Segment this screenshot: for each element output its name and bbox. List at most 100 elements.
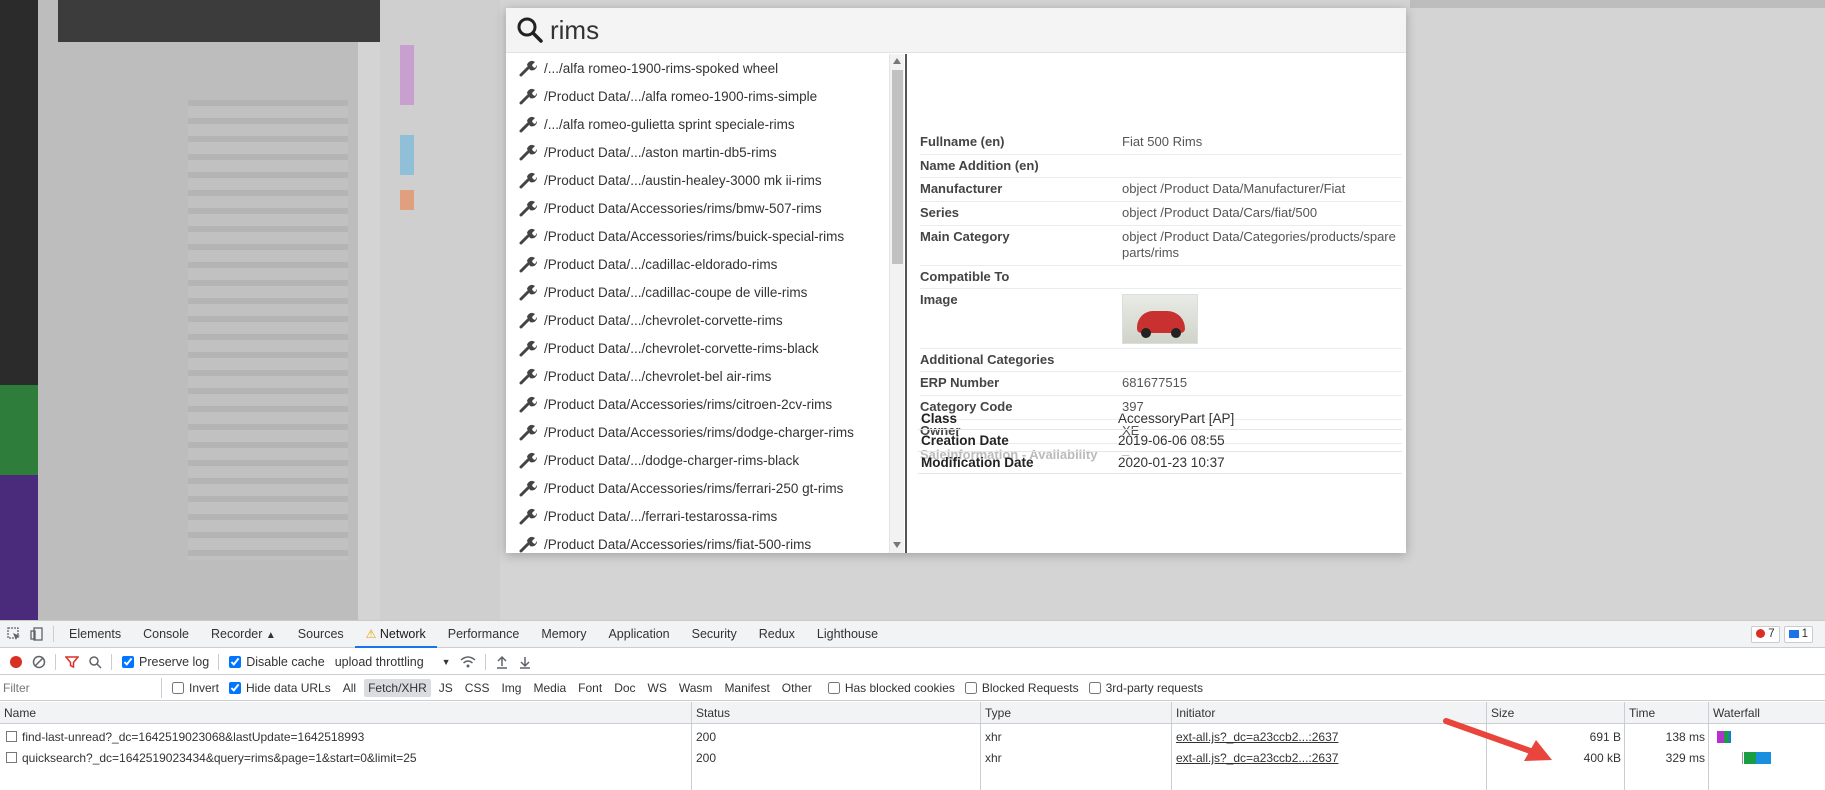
type-filter-media[interactable]: Media <box>529 679 570 697</box>
third-party-requests-checkbox[interactable]: 3rd-party requests <box>1088 681 1203 695</box>
import-har-icon[interactable] <box>495 655 509 669</box>
search-result-item[interactable]: /Product Data/.../chevrolet-corvette-rim… <box>506 334 889 362</box>
results-scrollbar[interactable] <box>889 54 904 553</box>
type-filter-all[interactable]: All <box>339 679 360 697</box>
tab-lighthouse[interactable]: Lighthouse <box>806 621 889 648</box>
tab-recorder[interactable]: Recorder ▲ <box>200 621 287 648</box>
blocked-requests-checkbox[interactable]: Blocked Requests <box>964 681 1079 695</box>
preview-row: Manufacturer object /Product Data/Manufac… <box>920 178 1402 202</box>
wrench-icon <box>519 452 538 469</box>
meta-row: Creation Date 2019-06-06 08:55 <box>918 430 1402 452</box>
search-result-item[interactable]: /Product Data/Accessories/rims/fiat-500-… <box>506 530 889 553</box>
invert-checkbox[interactable]: Invert <box>172 681 219 695</box>
preview-row-image: Image <box>920 289 1402 349</box>
tab-network[interactable]: ⚠ Network <box>354 621 437 648</box>
background-sidebar <box>0 0 38 620</box>
type-filter-manifest[interactable]: Manifest <box>720 679 773 697</box>
devtools-tabbar: Elements Console Recorder ▲ Sources ⚠ Networ… <box>0 621 1825 648</box>
type-filter-doc[interactable]: Doc <box>610 679 639 697</box>
search-result-item[interactable]: /Product Data/.../alfa romeo-1900-rims-s… <box>506 82 889 110</box>
scroll-up-arrow-icon[interactable] <box>893 58 901 64</box>
column-header-name[interactable]: Name <box>0 702 692 724</box>
device-toolbar-icon[interactable] <box>30 627 44 641</box>
hide-data-urls-checkbox[interactable]: Hide data URLs <box>229 681 331 695</box>
waterfall-bar <box>1717 731 1724 743</box>
type-filter-img[interactable]: Img <box>497 679 525 697</box>
background-panel <box>380 0 500 620</box>
column-header-waterfall[interactable]: Waterfall <box>1709 702 1825 724</box>
tab-performance[interactable]: Performance <box>437 621 531 648</box>
search-result-item[interactable]: /Product Data/.../cadillac-coupe de vill… <box>506 278 889 306</box>
preview-row: Compatible To <box>920 266 1402 289</box>
type-filter-fetch-xhr[interactable]: Fetch/XHR <box>364 679 431 697</box>
meta-row: Modification Date 2020-01-23 10:37 <box>918 452 1402 474</box>
column-header-type[interactable]: Type <box>981 702 1172 724</box>
scrollbar-thumb[interactable] <box>892 70 903 264</box>
search-result-item[interactable]: /Product Data/Accessories/rims/ferrari-2… <box>506 474 889 502</box>
type-filter-js[interactable]: JS <box>435 679 457 697</box>
filter-input[interactable] <box>0 678 162 698</box>
type-filter-ws[interactable]: WS <box>644 679 671 697</box>
warning-icon: ⚠ <box>365 626 377 641</box>
tab-redux[interactable]: Redux <box>748 621 806 648</box>
preview-row: Name Addition (en) <box>920 155 1402 178</box>
search-result-item[interactable]: /Product Data/Accessories/rims/dodge-cha… <box>506 418 889 446</box>
type-filter-wasm[interactable]: Wasm <box>675 679 717 697</box>
panel-divider <box>905 54 907 553</box>
column-header-time[interactable]: Time <box>1625 702 1709 724</box>
scroll-down-arrow-icon[interactable] <box>893 542 901 548</box>
message-count-badge[interactable]: 1 <box>1783 626 1813 643</box>
tab-console[interactable]: Console <box>132 621 200 648</box>
tab-elements[interactable]: Elements <box>58 621 132 648</box>
export-har-icon[interactable] <box>518 655 532 669</box>
search-result-item[interactable]: /Product Data/Accessories/rims/buick-spe… <box>506 222 889 250</box>
quick-search-dialog: /.../alfa romeo-1900-rims-spoked wheel/P… <box>506 8 1406 553</box>
filter-icon[interactable] <box>65 655 79 669</box>
has-blocked-cookies-checkbox[interactable]: Has blocked cookies <box>827 681 955 695</box>
wrench-icon <box>519 60 538 77</box>
search-result-item[interactable]: /Product Data/.../chevrolet-corvette-rim… <box>506 306 889 334</box>
wrench-icon <box>519 396 538 413</box>
product-thumbnail <box>1122 294 1198 344</box>
search-result-item[interactable]: /Product Data/.../austin-healey-3000 mk … <box>506 166 889 194</box>
wrench-icon <box>519 116 538 133</box>
tab-memory[interactable]: Memory <box>530 621 597 648</box>
error-count-badge[interactable]: 7 <box>1751 626 1780 643</box>
search-bar <box>506 8 1406 53</box>
search-result-item[interactable]: /Product Data/Accessories/rims/bmw-507-r… <box>506 194 889 222</box>
network-conditions-icon[interactable] <box>460 655 476 669</box>
tab-security[interactable]: Security <box>681 621 748 648</box>
preserve-log-checkbox[interactable]: Preserve log <box>122 655 209 669</box>
object-meta: Class AccessoryPart [AP] Creation Date 2019… <box>918 408 1402 474</box>
search-icon[interactable] <box>88 655 102 669</box>
search-result-item[interactable]: /Product Data/.../aston martin-db5-rims <box>506 138 889 166</box>
wrench-icon <box>519 200 538 217</box>
search-result-item[interactable]: /Product Data/Accessories/rims/citroen-2… <box>506 390 889 418</box>
meta-row: Class AccessoryPart [AP] <box>918 408 1402 430</box>
preview-row: Main Category object /Product Data/Catego… <box>920 226 1402 266</box>
inspect-element-icon[interactable] <box>7 627 21 641</box>
background-tree <box>38 0 388 620</box>
record-icon[interactable] <box>9 655 23 669</box>
type-filter-other[interactable]: Other <box>778 679 816 697</box>
search-result-item[interactable]: /.../alfa romeo-1900-rims-spoked wheel <box>506 54 889 82</box>
tab-sources[interactable]: Sources <box>287 621 355 648</box>
wrench-icon <box>519 144 538 161</box>
tab-application[interactable]: Application <box>597 621 680 648</box>
search-result-item[interactable]: /.../alfa romeo-gulietta sprint speciale… <box>506 110 889 138</box>
search-result-item[interactable]: /Product Data/.../chevrolet-bel air-rims <box>506 362 889 390</box>
wrench-icon <box>519 508 538 525</box>
column-header-status[interactable]: Status <box>692 702 981 724</box>
type-filter-css[interactable]: CSS <box>461 679 494 697</box>
search-result-item[interactable]: /Product Data/.../dodge-charger-rims-bla… <box>506 446 889 474</box>
search-results-list: /.../alfa romeo-1900-rims-spoked wheel/P… <box>506 54 889 553</box>
throttling-select[interactable]: upload throttling ▼ <box>335 655 451 669</box>
network-toolbar: Preserve log Disable cache upload thrott… <box>0 649 1825 675</box>
search-result-item[interactable]: /Product Data/.../cadillac-eldorado-rims <box>506 250 889 278</box>
clear-icon[interactable] <box>32 655 46 669</box>
search-result-item[interactable]: /Product Data/.../ferrari-testarossa-rim… <box>506 502 889 530</box>
wrench-icon <box>519 368 538 385</box>
type-filter-font[interactable]: Font <box>574 679 606 697</box>
search-input[interactable] <box>550 10 1150 50</box>
disable-cache-checkbox[interactable]: Disable cache <box>229 655 325 669</box>
